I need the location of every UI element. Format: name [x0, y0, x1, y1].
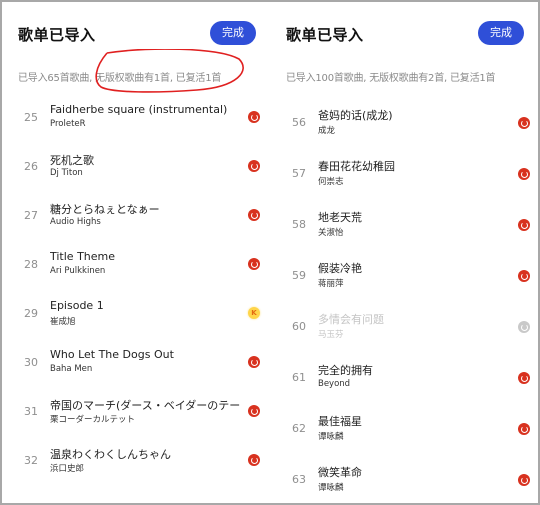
song-title: Title Theme	[50, 250, 116, 263]
page-title: 歌单已导入	[18, 26, 96, 44]
song-index: 61	[292, 371, 306, 384]
import-summary: 已导入65首歌曲, 无版权歌曲有1首, 已复活1首	[18, 73, 222, 84]
netease-icon	[518, 474, 530, 486]
song-title: Episode 1	[50, 299, 104, 312]
song-artist: Ari Pulkkinen	[50, 266, 106, 276]
song-title: 死机之歌	[50, 154, 94, 167]
song-artist: 何崇志	[318, 177, 344, 187]
song-row[interactable]: 60 多情会有问题 马玉芬	[270, 303, 538, 354]
song-row[interactable]: 28 Title Theme Ari Pulkkinen	[2, 244, 270, 293]
song-index: 26	[24, 160, 38, 173]
song-artist: 成龙	[318, 126, 336, 136]
kugou-icon: K	[248, 307, 260, 319]
song-index: 58	[292, 218, 306, 231]
song-artist: 浜口史郎	[50, 464, 85, 474]
netease-icon	[518, 219, 530, 231]
left-import-panel: 歌单已导入 完成 已导入65首歌曲, 无版权歌曲有1首, 已复活1首 25 Fai…	[2, 2, 270, 503]
song-row[interactable]: 30 Who Let The Dogs Out Baha Men	[2, 342, 270, 391]
netease-icon	[248, 111, 260, 123]
screenshot-frame: 歌单已导入 完成 已导入65首歌曲, 无版权歌曲有1首, 已复活1首 25 Fai…	[0, 0, 540, 505]
song-artist: 栗コーダーカルテット	[50, 415, 136, 425]
song-artist: 谭咏麟	[318, 483, 344, 493]
song-index: 27	[24, 209, 38, 222]
song-title: Who Let The Dogs Out	[50, 348, 174, 361]
song-title: 帝国のマーチ(ダース・ベイダーのテー...	[50, 399, 240, 412]
song-title: Faidherbe square (instrumental)	[50, 103, 228, 116]
netease-icon	[248, 209, 260, 221]
song-title: 微笑革命	[318, 466, 362, 479]
song-index: 60	[292, 320, 306, 333]
song-title: 假装冷艳	[318, 262, 362, 275]
song-row[interactable]: 56 爸妈的话(成龙) 成龙	[270, 99, 538, 150]
netease-icon	[248, 405, 260, 417]
song-index: 29	[24, 307, 38, 320]
netease-icon	[248, 454, 260, 466]
song-title: 多情会有问题	[318, 313, 384, 326]
song-index: 30	[24, 356, 38, 369]
song-index: 57	[292, 167, 306, 180]
song-artist: ProleteR	[50, 119, 86, 129]
song-title: 春田花花幼稚园	[318, 160, 395, 173]
netease-icon	[518, 168, 530, 180]
song-index: 28	[24, 258, 38, 271]
song-index: 25	[24, 111, 38, 124]
song-title: 温泉わくわくしんちゃん	[50, 448, 171, 461]
unavailable-icon	[518, 321, 530, 333]
done-button[interactable]: 完成	[478, 21, 524, 45]
panel-header: 歌单已导入 完成	[286, 20, 530, 50]
song-title: 糖分とらねぇとなぁー	[50, 203, 160, 216]
song-row[interactable]: 25 Faidherbe square (instrumental) Prolete…	[2, 97, 270, 146]
netease-icon	[248, 160, 260, 172]
song-row[interactable]: 31 帝国のマーチ(ダース・ベイダーのテー... 栗コーダーカルテット	[2, 391, 270, 440]
song-row[interactable]: 32 温泉わくわくしんちゃん 浜口史郎	[2, 440, 270, 489]
song-row[interactable]: 58 地老天荒关淑怡	[270, 201, 538, 252]
song-artist: Dj Titon	[50, 168, 83, 178]
song-row[interactable]: 26 死机之歌 Dj Titon	[2, 146, 270, 195]
song-index: 62	[292, 422, 306, 435]
right-import-panel: 歌单已导入 完成 已导入100首歌曲, 无版权歌曲有2首, 已复活1首 56 爸妈…	[270, 2, 538, 503]
song-index: 59	[292, 269, 306, 282]
song-row[interactable]: 61 完全的拥有 Beyond	[270, 354, 538, 405]
song-title: 爸妈的话(成龙)	[318, 109, 393, 122]
song-artist: 崔成旭	[50, 317, 76, 327]
song-row[interactable]: 27 糖分とらねぇとなぁー Audio Highs	[2, 195, 270, 244]
done-button[interactable]: 完成	[210, 21, 256, 45]
song-title: 最佳福星	[318, 415, 362, 428]
song-artist: 蒋丽萍	[318, 279, 344, 289]
song-artist: Beyond	[318, 379, 351, 389]
song-index: 32	[24, 454, 38, 467]
song-index: 56	[292, 116, 306, 129]
song-index: 31	[24, 405, 38, 418]
song-artist: 谭咏麟	[318, 432, 344, 442]
song-row[interactable]: 57 春田花花幼稚园 何崇志	[270, 150, 538, 201]
song-title: 完全的拥有	[318, 364, 373, 377]
song-list: 25 Faidherbe square (instrumental) Prolete…	[2, 97, 270, 489]
netease-icon	[518, 270, 530, 282]
netease-icon	[518, 117, 530, 129]
song-artist: 关淑怡	[318, 228, 344, 238]
song-list: 56 爸妈的话(成龙) 成龙 57 春田花花幼稚园 何崇志 58 地老天荒关淑怡 59 假装冷艳蒋…	[270, 99, 538, 503]
song-index: 63	[292, 473, 306, 486]
song-artist: 马玉芬	[318, 330, 344, 340]
netease-icon	[248, 258, 260, 270]
page-title: 歌单已导入	[286, 26, 364, 44]
song-row[interactable]: 59 假装冷艳蒋丽萍	[270, 252, 538, 303]
song-title: 地老天荒	[318, 211, 362, 224]
netease-icon	[518, 423, 530, 435]
song-row[interactable]: 29 Episode 1 崔成旭 K	[2, 293, 270, 342]
song-row[interactable]: 63 微笑革命谭咏麟	[270, 456, 538, 503]
netease-icon	[518, 372, 530, 384]
song-artist: Audio Highs	[50, 217, 101, 227]
netease-icon	[248, 356, 260, 368]
panel-header: 歌单已导入 完成	[18, 20, 262, 50]
song-row[interactable]: 62 最佳福星谭咏麟	[270, 405, 538, 456]
import-summary: 已导入100首歌曲, 无版权歌曲有2首, 已复活1首	[286, 73, 496, 84]
song-artist: Baha Men	[50, 364, 93, 374]
